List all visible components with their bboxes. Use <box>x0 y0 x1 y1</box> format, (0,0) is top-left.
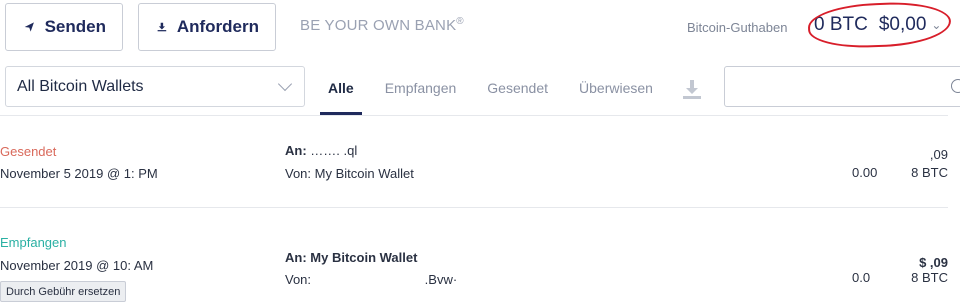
tagline: BE YOUR OWN BANK® <box>300 16 464 34</box>
from-label: Von: <box>285 272 312 287</box>
to-line: An: My Bitcoin Wallet <box>285 250 417 265</box>
replace-by-fee-button[interactable]: Durch Gebühr ersetzen <box>0 281 127 302</box>
status-label: Empfangen <box>0 235 67 250</box>
from-line: Von: .Bvw· <box>285 272 457 287</box>
from-address: My Bitcoin Wallet <box>314 166 414 181</box>
balance-label: Bitcoin-Guthaben <box>687 20 788 35</box>
divider <box>0 115 948 116</box>
request-button-label: Anfordern <box>176 17 259 36</box>
btc-amount: 8 BTC <box>911 270 948 285</box>
tab-sent[interactable]: Gesendet <box>479 66 556 115</box>
to-line: An: ……. .ql <box>285 143 357 158</box>
search-icon <box>951 79 960 93</box>
transaction-tabs: Alle Empfangen Gesendet Überwiesen <box>320 66 676 115</box>
balance-btc: 0 BTC <box>814 14 868 35</box>
wallet-select[interactable]: All Bitcoin Wallets <box>5 66 305 107</box>
download-icon <box>157 22 167 32</box>
from-label: Von: <box>285 166 312 181</box>
tab-all[interactable]: Alle <box>320 66 362 115</box>
to-label: An: <box>285 250 307 265</box>
wallet-select-value: All Bitcoin Wallets <box>17 77 144 95</box>
from-line: Von: My Bitcoin Wallet <box>285 166 414 181</box>
search-input[interactable] <box>724 66 960 107</box>
tab-received[interactable]: Empfangen <box>377 66 465 115</box>
transaction-date: November 5 2019 @ 1: PM <box>0 166 158 181</box>
send-button-label: Senden <box>44 17 106 36</box>
status-label: Gesendet <box>0 144 57 159</box>
btc-amount-prefix: 0.0 <box>852 270 871 285</box>
fiat-amount: $ ,09 <box>919 255 948 270</box>
balance-fiat: $0,00 <box>878 14 927 35</box>
btc-amount-prefix: 0.00 <box>852 165 878 180</box>
divider <box>0 207 948 208</box>
send-icon <box>24 22 34 32</box>
tab-transferred[interactable]: Überwiesen <box>571 66 661 115</box>
btc-amount: 8 BTC <box>911 165 948 180</box>
to-address: ……. .ql <box>310 143 358 158</box>
from-address: .Bvw· <box>424 272 458 287</box>
to-label: An: <box>285 143 307 158</box>
request-button[interactable]: Anfordern <box>138 3 276 51</box>
to-address: My Bitcoin Wallet <box>310 250 418 265</box>
fiat-amount: ,09 <box>929 147 948 162</box>
send-button[interactable]: Senden <box>5 3 123 51</box>
chevron-down-icon <box>277 76 293 92</box>
transaction-date: November 2019 @ 10: AM <box>0 258 154 273</box>
chevron-down-icon[interactable]: ⌄ <box>931 18 941 32</box>
registered-mark: ® <box>456 16 464 27</box>
export-icon[interactable] <box>681 78 703 100</box>
balance-display[interactable]: 0 BTC $0,00 ⌄ <box>814 14 941 36</box>
